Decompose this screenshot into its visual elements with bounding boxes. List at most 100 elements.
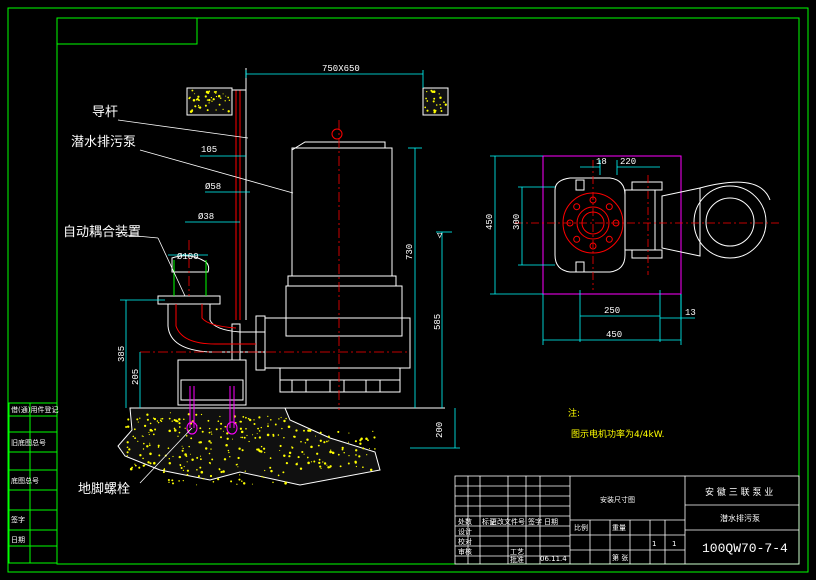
concrete-dot [206,109,209,112]
concrete-dot [240,420,242,423]
concrete-dot [220,436,222,439]
dim-450h: 450 [606,330,622,340]
concrete-dot [222,108,224,111]
concrete-dot [231,438,234,440]
tb-sheet-label: 第 张 [612,553,628,562]
concrete-dot [172,455,174,458]
concrete-dot [131,466,133,469]
concrete-dot [440,110,443,112]
concrete-dot [220,422,223,425]
concrete-dot [199,455,202,457]
concrete-dot [217,478,220,481]
concrete-dot [257,427,259,430]
concrete-dot [169,412,171,414]
concrete-dot [197,104,200,107]
concrete-dot [186,469,189,472]
concrete-dot [224,425,227,428]
concrete-dot [331,451,335,455]
concrete-dot [147,461,150,464]
concrete-dot [279,449,281,452]
concrete-dot [190,437,193,440]
concrete-dot [220,470,223,474]
guide-rail [235,90,241,320]
concrete-dot [238,478,241,481]
concrete-dot [181,449,184,452]
concrete-dot [196,98,199,101]
concrete-dot [217,420,220,422]
concrete-dot [211,100,213,102]
concrete-dot [365,437,368,440]
concrete-dot [134,437,137,440]
concrete-dot [225,443,228,447]
concrete-dot [301,450,304,454]
dim-200: 200 [435,422,445,438]
concrete-dot [200,413,203,416]
concrete-dot [196,456,199,459]
concrete-dot [261,475,263,478]
concrete-dot [236,483,238,485]
dim-730: 730 [405,244,415,260]
concrete-dot [306,438,309,441]
concrete-dot [219,415,221,418]
concrete-dot [424,106,427,109]
concrete-dot [128,448,131,451]
tb-weight-label: 重量 [612,524,626,532]
concrete-dot [218,468,221,471]
concrete-dot [426,109,429,112]
concrete-dot [260,426,262,429]
concrete-dot [304,442,307,444]
concrete-dot [210,442,212,444]
concrete-dot [182,447,184,450]
concrete-dot [366,454,368,456]
concrete-dot [127,418,130,421]
concrete-dot [445,104,447,106]
centerlines [140,120,410,410]
concrete-dot [210,96,213,99]
concrete-dot [281,427,283,430]
coupling-elbow [157,295,266,406]
concrete-dot [369,468,373,472]
concrete-dot [319,465,322,468]
concrete-dot [208,440,211,443]
concrete-dot [433,97,436,100]
tb-drawing-name: 安装尺寸图 [600,495,635,504]
concrete-dot [284,481,287,484]
concrete-dot [188,97,191,100]
concrete-dot [277,474,280,477]
concrete-dot [285,417,287,420]
concrete-dot [358,455,361,458]
dim-238: Ø38 [198,212,214,222]
concrete-dot [161,417,164,420]
concrete-dot [326,440,328,443]
concrete-dot [171,482,175,485]
tb-role-4: 批准 [510,555,524,564]
side-label-2: 底图总号 [11,476,39,485]
concrete-dot [242,482,246,485]
tb-scale-label: 比例 [574,523,588,532]
pump-body [264,141,411,393]
concrete-dot [432,100,435,103]
concrete-dot [328,436,331,438]
concrete-dot [167,478,170,482]
dim-13: 13 [685,308,696,318]
concrete-dot [348,432,350,434]
tb-value-1: 1 [672,540,676,548]
concrete-dot [237,456,240,460]
plan-plate [542,155,682,295]
concrete-dot [162,471,165,474]
concrete-dot [173,427,176,430]
concrete-dot [288,455,291,458]
concrete-dot [328,440,330,442]
concrete-dot [258,416,261,419]
concrete-dot [287,425,291,429]
concrete-dot [227,449,230,452]
concrete-dot [186,461,188,463]
concrete-dot [204,95,207,98]
label-pump: 潜水排污泵 [71,135,136,150]
concrete-dot [212,481,215,483]
concrete-dot [299,467,303,470]
concrete-dot [270,419,272,421]
concrete-dot [180,466,183,470]
concrete-dot [430,89,433,92]
concrete-dot [240,436,242,438]
